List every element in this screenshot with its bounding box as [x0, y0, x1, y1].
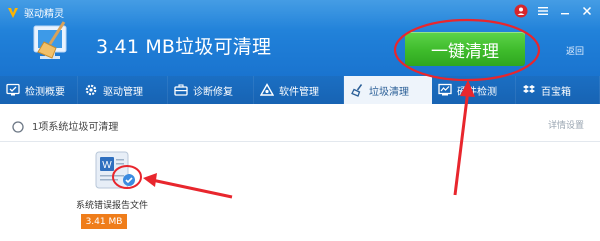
tab-label: 百宝箱	[541, 86, 571, 98]
junk-item-error-reports[interactable]: W 系统错误报告文件 3.41 MB	[64, 148, 160, 238]
tab-software-management[interactable]: 软件管理	[254, 76, 344, 104]
header: 驱动精灵 3.41 MB垃圾可清理 一键清理 返回	[0, 0, 600, 76]
tab-hardware-detect[interactable]: 硬件检测	[432, 76, 516, 104]
driver-genius-window: 驱动精灵 3.41 MB垃圾可清理 一键清理 返回 检测概要 驱动管理 诊断修复…	[0, 0, 600, 241]
size-badge: 3.41 MB	[81, 214, 127, 229]
svg-text:W: W	[102, 160, 112, 171]
tab-label: 软件管理	[279, 86, 319, 98]
minimize-icon[interactable]	[558, 4, 572, 18]
app-logo-icon	[6, 5, 20, 19]
menu-icon[interactable]	[536, 4, 550, 18]
item-label: 系统错误报告文件	[75, 201, 148, 211]
window-controls	[514, 4, 594, 18]
one-click-clean-button[interactable]: 一键清理	[405, 32, 525, 66]
junk-clean-panel: 1项系统垃圾可清理 详情设置 W 系统错误报告文件 3.41 MB	[0, 104, 600, 241]
triangle-apps-icon	[259, 83, 275, 97]
tab-label: 驱动管理	[103, 86, 143, 98]
tab-diagnose-repair[interactable]: 诊断修复	[168, 76, 254, 104]
tab-detect-overview[interactable]: 检测概要	[0, 76, 78, 104]
tab-label: 硬件检测	[457, 86, 497, 98]
tab-label: 检测概要	[25, 86, 65, 98]
user-avatar-icon[interactable]	[514, 4, 528, 18]
tab-label: 垃圾清理	[369, 86, 409, 98]
status-circle-icon	[12, 118, 24, 133]
checked-badge-icon[interactable]	[122, 172, 136, 186]
detail-settings-link[interactable]: 详情设置	[548, 118, 584, 131]
tab-driver-management[interactable]: 驱动管理	[78, 76, 168, 104]
summary-bar: 1项系统垃圾可清理 详情设置	[0, 104, 600, 142]
monitor-check-icon	[6, 83, 20, 97]
tab-junk-clean[interactable]: 垃圾清理	[344, 76, 432, 104]
toolbox-icon	[174, 83, 188, 97]
tab-toolbox[interactable]: 百宝箱	[516, 76, 600, 104]
chart-screen-icon	[438, 83, 452, 97]
headline-junk-size: 3.41 MB垃圾可清理	[96, 36, 272, 58]
gear-icon	[84, 83, 98, 97]
summary-text: 1项系统垃圾可清理	[32, 122, 119, 133]
tab-label: 诊断修复	[193, 86, 233, 98]
dropbox-icon	[522, 83, 536, 97]
broom-icon	[350, 83, 364, 97]
close-icon[interactable]	[580, 4, 594, 18]
main-tab-bar: 检测概要 驱动管理 诊断修复 软件管理 垃圾清理 硬件检测 百宝箱	[0, 76, 600, 104]
broom-cleaner-icon	[28, 18, 76, 66]
back-link[interactable]: 返回	[566, 44, 584, 57]
